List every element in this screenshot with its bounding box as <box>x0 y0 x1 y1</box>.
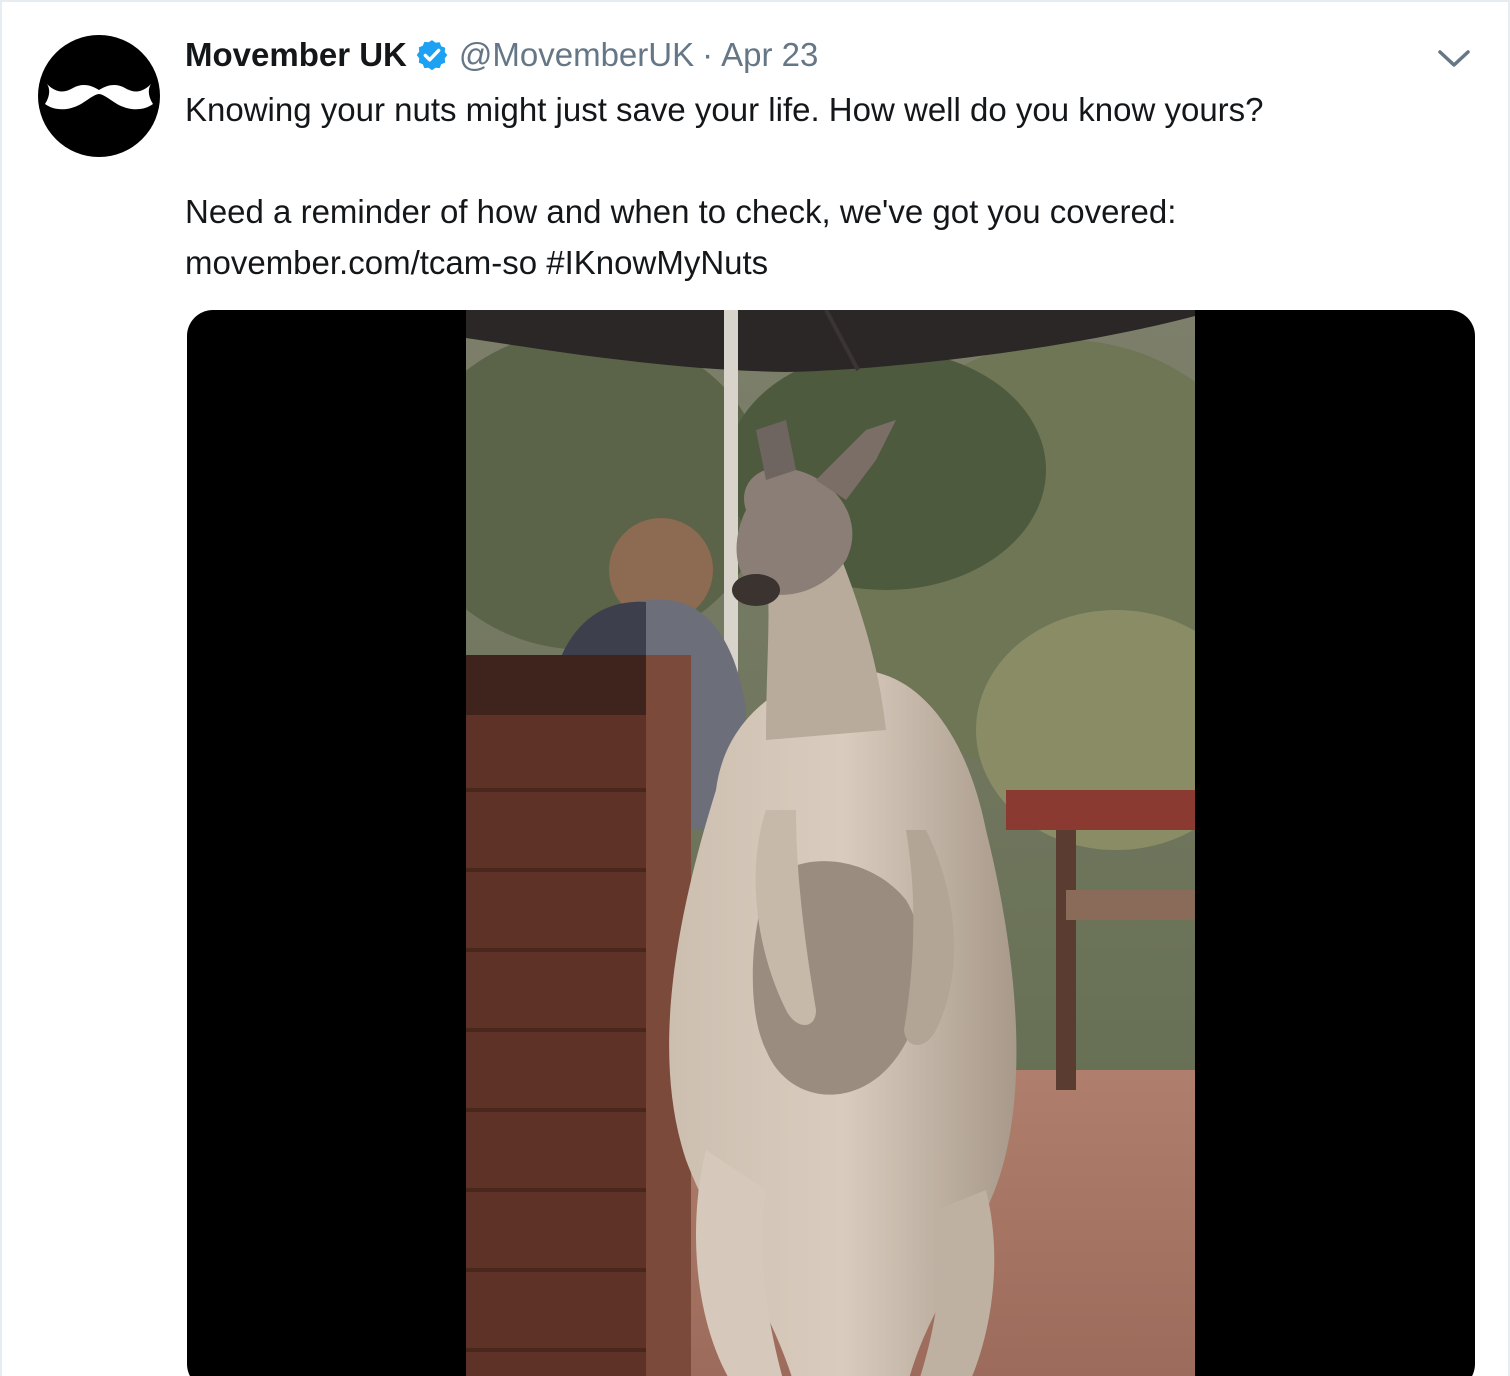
chevron-down-icon[interactable] <box>1434 44 1474 72</box>
tweet-links-line: movember.com/tcam-so #IKnowMyNuts <box>185 237 1475 288</box>
video-player[interactable] <box>187 310 1475 1376</box>
tweet-link[interactable]: movember.com/tcam-so <box>185 244 537 281</box>
tweet-card[interactable]: Movember UK @MovemberUK · Apr 23 Knowing… <box>0 0 1510 1376</box>
verified-badge-icon <box>415 38 449 72</box>
moustache-logo-icon <box>45 84 153 110</box>
user-handle[interactable]: @MovemberUK <box>459 36 694 74</box>
separator-dot: · <box>702 36 714 73</box>
tweet-text: Knowing your nuts might just save your l… <box>185 84 1475 288</box>
display-name[interactable]: Movember UK <box>185 36 407 74</box>
tweet-header: Movember UK @MovemberUK · Apr 23 <box>185 32 818 78</box>
avatar[interactable] <box>38 35 160 157</box>
tweet-date[interactable]: Apr 23 <box>721 36 818 74</box>
video-frame-kangaroo <box>466 310 1195 1376</box>
tweet-line-2: Need a reminder of how and when to check… <box>185 193 1177 230</box>
hashtag-link[interactable]: #IKnowMyNuts <box>546 244 768 281</box>
tweet-line-1: Knowing your nuts might just save your l… <box>185 91 1264 128</box>
